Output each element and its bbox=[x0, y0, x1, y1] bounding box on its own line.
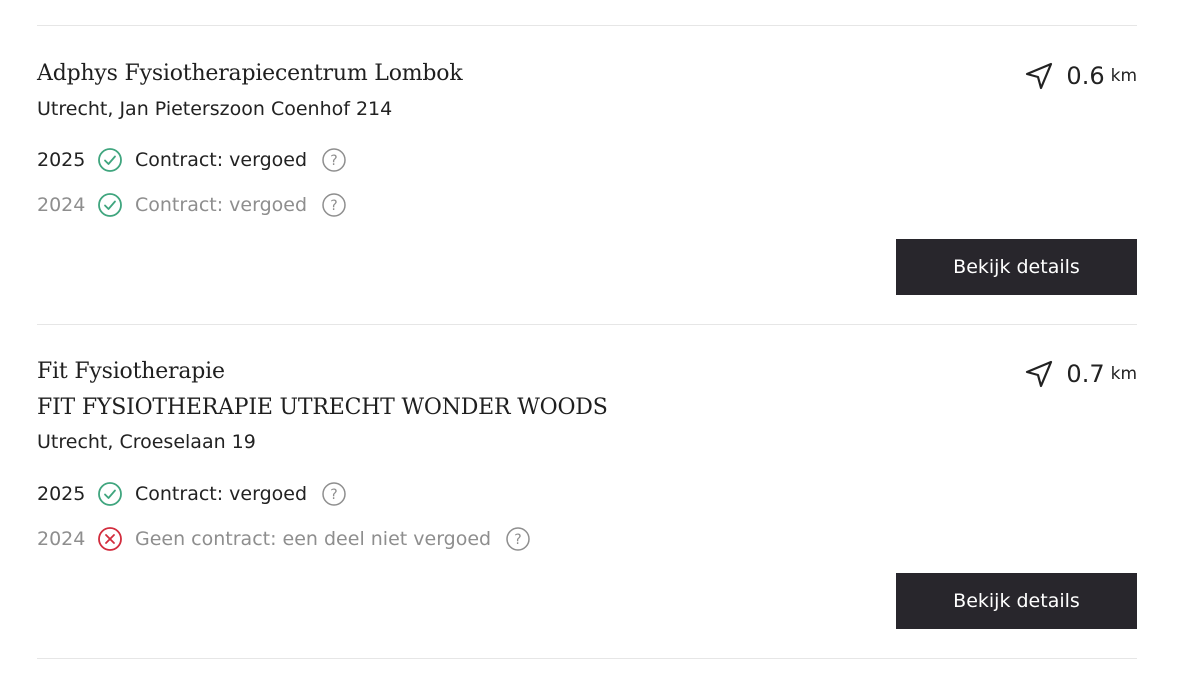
x-circle-icon bbox=[98, 527, 122, 551]
svg-text:?: ? bbox=[330, 153, 337, 169]
divider bbox=[37, 658, 1137, 659]
help-icon[interactable]: ? bbox=[321, 192, 347, 218]
contract-status: Contract: vergoed bbox=[135, 194, 308, 216]
contract-year: 2024 bbox=[37, 528, 86, 550]
distance-unit: km bbox=[1110, 364, 1137, 384]
result-card: Fit Fysiotherapie FIT FYSIOTHERAPIE UTRE… bbox=[37, 325, 1137, 658]
contract-year: 2025 bbox=[37, 483, 86, 505]
svg-text:?: ? bbox=[330, 198, 337, 214]
practice-address: Utrecht, Jan Pieterszoon Coenhof 214 bbox=[37, 98, 393, 120]
results-list: Adphys Fysiotherapiecentrum Lombok Utrec… bbox=[37, 25, 1137, 659]
distance-unit: km bbox=[1110, 66, 1137, 86]
distance-value: 0.7 bbox=[1066, 360, 1105, 388]
help-icon[interactable]: ? bbox=[321, 147, 347, 173]
check-circle-icon bbox=[98, 193, 122, 217]
contract-status: Contract: vergoed bbox=[135, 483, 308, 505]
distance: 0.7 km bbox=[1024, 359, 1137, 389]
practice-location-name: FIT FYSIOTHERAPIE UTRECHT WONDER WOODS bbox=[37, 395, 608, 420]
practice-name[interactable]: Adphys Fysiotherapiecentrum Lombok bbox=[37, 60, 463, 88]
check-circle-icon bbox=[98, 148, 122, 172]
help-icon[interactable]: ? bbox=[505, 526, 531, 552]
contract-row-2024: 2024 Contract: vergoed ? bbox=[37, 190, 347, 220]
practice-name[interactable]: Fit Fysiotherapie bbox=[37, 358, 225, 386]
help-icon[interactable]: ? bbox=[321, 481, 347, 507]
result-card: Adphys Fysiotherapiecentrum Lombok Utrec… bbox=[37, 26, 1137, 324]
practice-address: Utrecht, Croeselaan 19 bbox=[37, 431, 256, 453]
view-details-button[interactable]: Bekijk details bbox=[896, 573, 1137, 629]
contract-row-2025: 2025 Contract: vergoed ? bbox=[37, 145, 347, 175]
contract-year: 2025 bbox=[37, 149, 86, 171]
contract-status: Contract: vergoed bbox=[135, 149, 308, 171]
distance: 0.6 km bbox=[1024, 61, 1137, 91]
contract-year: 2024 bbox=[37, 194, 86, 216]
contract-row-2024: 2024 Geen contract: een deel niet vergoe… bbox=[37, 524, 531, 554]
navigation-arrow-icon bbox=[1026, 62, 1053, 90]
navigation-arrow-icon bbox=[1026, 360, 1053, 388]
contract-status: Geen contract: een deel niet vergoed bbox=[135, 528, 492, 550]
svg-text:?: ? bbox=[330, 487, 337, 503]
contract-row-2025: 2025 Contract: vergoed ? bbox=[37, 479, 347, 509]
check-circle-icon bbox=[98, 482, 122, 506]
svg-text:?: ? bbox=[514, 532, 521, 548]
distance-value: 0.6 bbox=[1066, 62, 1105, 90]
view-details-button[interactable]: Bekijk details bbox=[896, 239, 1137, 295]
